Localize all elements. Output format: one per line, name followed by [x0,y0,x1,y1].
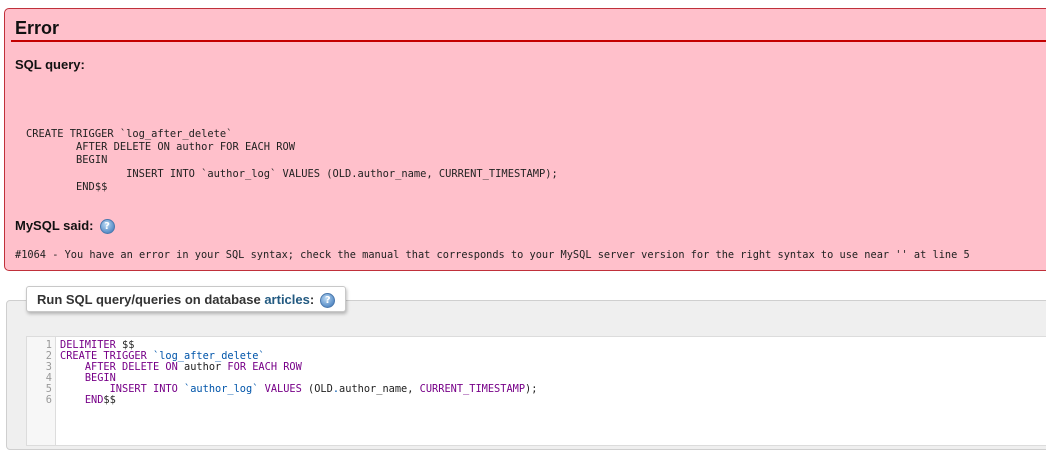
error-box: Error SQL query: CREATE TRIGGER `log_aft… [4,8,1046,271]
help-icon[interactable]: ? [99,219,115,235]
legend-prefix: Run SQL query/queries on database [37,292,265,307]
sql-line: AFTER DELETE ON author FOR EACH ROW [26,141,295,154]
database-link[interactable]: articles [264,292,310,307]
query-panel-legend: Run SQL query/queries on database articl… [26,286,347,312]
sql-line: BEGIN [26,154,108,167]
editor-gutter: 123456 [27,337,56,445]
error-title: Error [15,18,60,38]
sql-editor[interactable]: 123456 DELIMITER $$ CREATE TRIGGER `log_a… [26,336,1046,446]
sql-line: END$$ [26,180,108,193]
code-line: INSERT INTO `author_log` VALUES (OLD.aut… [109,383,538,395]
sql-query-text: CREATE TRIGGER `log_after_delete` AFTER … [26,128,558,194]
mysql-said-label: MySQL said:? [15,218,115,235]
legend-suffix: : [309,292,315,307]
line-numbers: 123456 [27,340,52,406]
error-divider [11,40,1046,42]
sql-query-label: SQL query: [15,57,85,72]
sql-line: CREATE TRIGGER `log_after_delete` [26,128,233,140]
code-line: AFTER DELETE ON author FOR EACH ROW [84,361,302,373]
code-line: END$$ [84,394,116,406]
editor-code[interactable]: DELIMITER $$ CREATE TRIGGER `log_after_de… [60,340,537,406]
error-message: #1064 - You have an error in your SQL sy… [15,249,970,261]
line-number: 6 [45,394,52,406]
sql-line: INSERT INTO `author_log` VALUES (OLD.aut… [26,167,558,180]
mysql-said-text: MySQL said: [15,218,94,233]
help-icon[interactable]: ? [320,293,336,309]
